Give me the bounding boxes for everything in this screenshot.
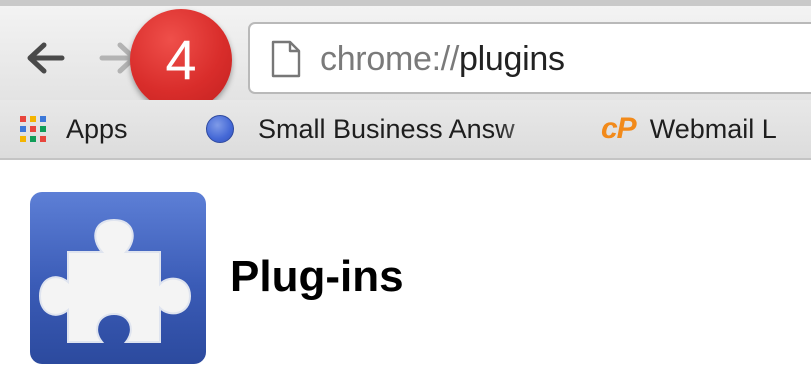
- back-button[interactable]: [22, 38, 68, 78]
- bookmark-small-business[interactable]: Small Business Answ: [206, 100, 564, 158]
- blue-circle-icon: [206, 115, 234, 143]
- url-path: plugins: [459, 40, 565, 78]
- address-bar[interactable]: chrome://plugins: [248, 22, 811, 94]
- bookmark-webmail[interactable]: cP Webmail L: [601, 100, 777, 158]
- bookmark-apps[interactable]: Apps: [20, 100, 128, 158]
- address-bar-url[interactable]: chrome://plugins: [320, 42, 565, 76]
- plugins-logo: [30, 192, 206, 364]
- page-icon: [271, 40, 301, 78]
- bookmark-label: Small Business Answ: [258, 113, 515, 144]
- browser-toolbar: chrome://plugins: [0, 0, 811, 100]
- page-title: Plug-ins: [230, 252, 404, 301]
- bookmark-label: Apps: [66, 113, 128, 144]
- apps-grid-icon: [20, 116, 46, 142]
- back-arrow-icon: [27, 42, 65, 74]
- step-number-badge: 4: [130, 9, 232, 111]
- bookmarks-bar: Apps Small Business Answ cP Webmail L: [0, 100, 811, 160]
- bookmark-label: Webmail L: [649, 113, 777, 144]
- cpanel-logo-icon: cP: [601, 112, 637, 145]
- puzzle-piece-icon: [38, 218, 192, 343]
- url-scheme: chrome://: [320, 40, 460, 78]
